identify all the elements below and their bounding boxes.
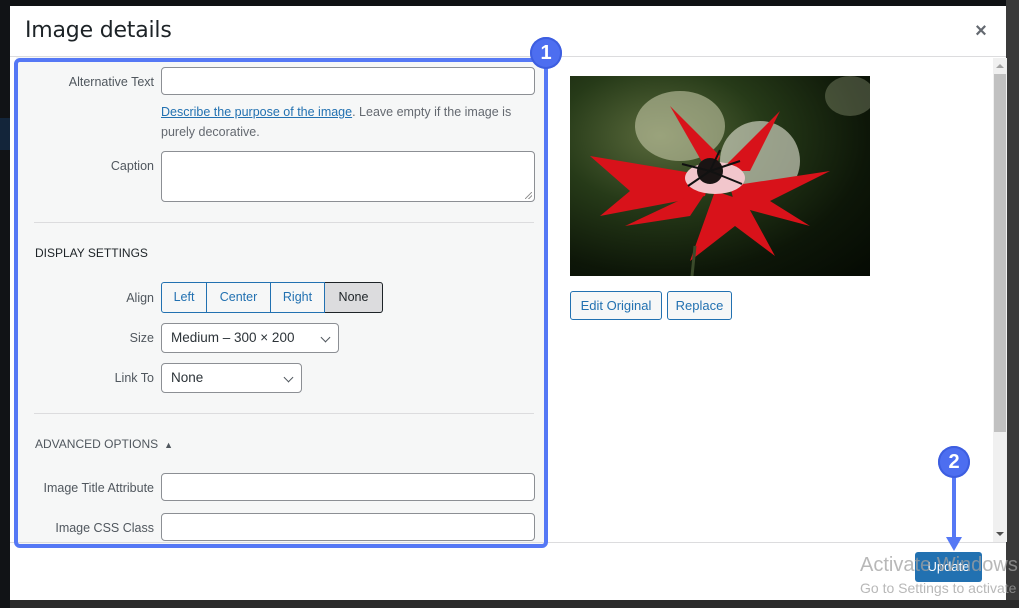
caption-textarea[interactable] (161, 151, 535, 202)
advanced-options-title: ADVANCED OPTIONS (35, 437, 159, 451)
close-icon[interactable]: × (970, 20, 992, 42)
background-right (1006, 0, 1019, 608)
scroll-down-arrow-icon[interactable] (996, 532, 1004, 536)
align-label: Align (126, 291, 154, 305)
modal-header: Image details × (10, 6, 1006, 57)
chevron-down-icon (283, 372, 294, 383)
css-class-row: Image CSS Class (16, 513, 546, 543)
scrollbar[interactable] (993, 58, 1007, 542)
alt-text-help: Describe the purpose of the image. Leave… (161, 102, 541, 142)
annotation-badge-2: 2 (938, 446, 970, 478)
size-select[interactable]: Medium – 300 × 200 (161, 323, 339, 353)
divider (34, 413, 534, 414)
link-to-label: Link To (114, 371, 154, 385)
size-row: Size Medium – 300 × 200 (16, 323, 546, 353)
annotation-arrow (952, 477, 956, 541)
annotation-badge-1: 1 (530, 37, 562, 69)
divider (34, 222, 534, 223)
scrollbar-thumb[interactable] (994, 74, 1006, 432)
annotation-arrow-head (946, 537, 962, 551)
align-right-button[interactable]: Right (271, 282, 325, 313)
background-left (0, 0, 10, 608)
edit-original-button[interactable]: Edit Original (570, 291, 662, 320)
image-title-row: Image Title Attribute (16, 473, 546, 503)
flower-image (590, 76, 870, 276)
align-center-button[interactable]: Center (207, 282, 271, 313)
size-value: Medium – 300 × 200 (171, 330, 295, 345)
caret-up-icon: ▲ (164, 440, 174, 450)
image-preview (570, 76, 870, 276)
link-to-select[interactable]: None (161, 363, 302, 393)
background-bottom (10, 600, 1019, 608)
align-row: Align Left Center Right None (16, 282, 546, 313)
chevron-down-icon (320, 332, 331, 343)
image-title-label: Image Title Attribute (43, 481, 154, 495)
caption-row: Caption (16, 151, 546, 203)
align-button-group: Left Center Right None (161, 282, 383, 313)
css-class-input[interactable] (161, 513, 535, 541)
advanced-options-toggle[interactable]: ADVANCED OPTIONS ▲ (35, 437, 173, 451)
scroll-up-arrow-icon[interactable] (996, 64, 1004, 68)
align-left-button[interactable]: Left (161, 282, 207, 313)
image-title-input[interactable] (161, 473, 535, 501)
settings-pane: Alternative Text Describe the purpose of… (16, 57, 546, 545)
alt-text-input[interactable] (161, 67, 535, 95)
footer-divider (10, 542, 1006, 543)
describe-purpose-link[interactable]: Describe the purpose of the image (161, 105, 352, 119)
image-details-modal: Image details × Alternative Text Describ… (10, 6, 1007, 600)
align-none-button[interactable]: None (325, 282, 383, 313)
resize-grip-icon[interactable] (525, 192, 532, 199)
display-settings-title: DISPLAY SETTINGS (35, 246, 148, 260)
update-button[interactable]: Update (915, 552, 982, 582)
modal-title: Image details (25, 18, 172, 43)
link-to-value: None (171, 370, 204, 385)
caption-label: Caption (110, 159, 154, 173)
alt-text-row: Alternative Text (16, 67, 546, 97)
link-to-row: Link To None (16, 363, 546, 393)
size-label: Size (129, 331, 154, 345)
replace-button[interactable]: Replace (667, 291, 732, 320)
css-class-label: Image CSS Class (55, 521, 154, 535)
alt-text-label: Alternative Text (68, 75, 154, 89)
background-element (0, 118, 10, 150)
